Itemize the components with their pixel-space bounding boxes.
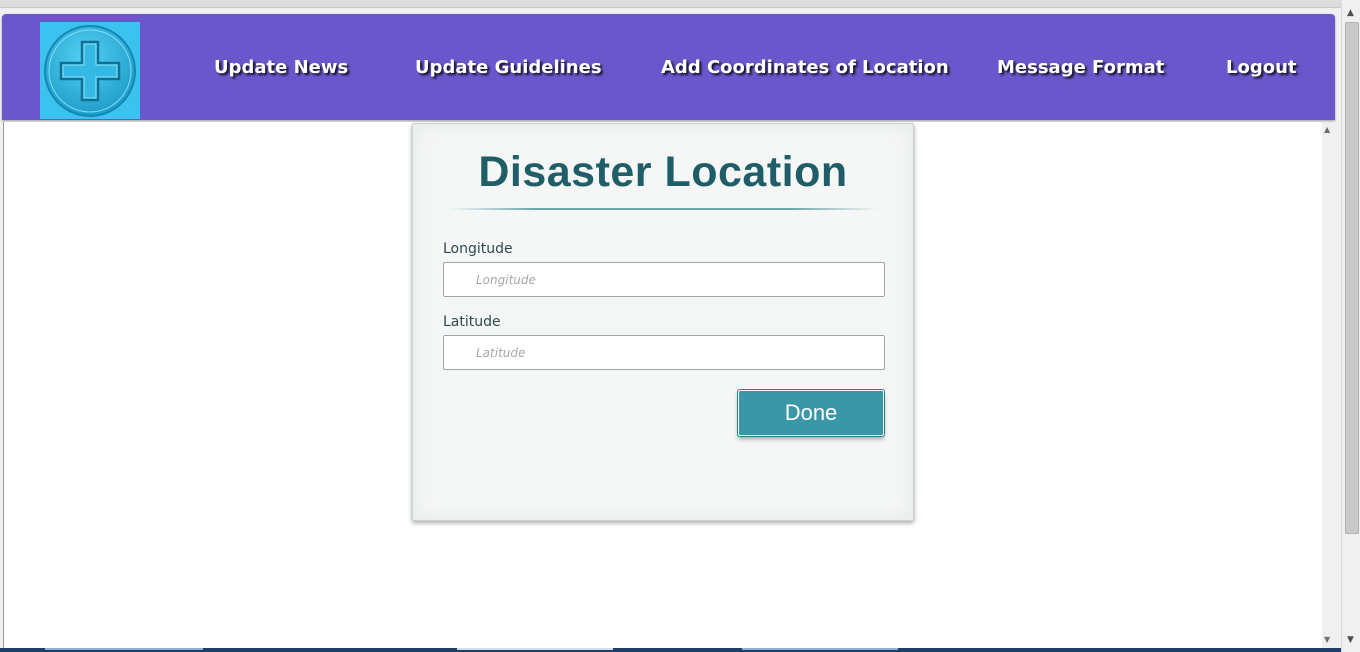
longitude-input[interactable] [443,262,885,297]
title-divider [448,208,878,210]
browser-top-strip [0,0,1360,8]
scroll-up-icon[interactable]: ▲ [1324,126,1330,134]
taskbar-item[interactable] [45,648,203,650]
page-scrollbar[interactable]: ▲ ▼ [1341,0,1360,652]
taskbar-item[interactable] [742,648,898,650]
frame-scrollbar[interactable]: ▲ ▼ [1320,122,1336,650]
nav-update-news[interactable]: Update News [214,57,348,79]
scroll-down-icon[interactable]: ▼ [1324,636,1330,644]
latitude-label: Latitude [443,314,501,330]
latitude-input[interactable] [443,335,885,370]
taskbar-item[interactable] [457,648,613,650]
browser-viewport: Update News Update Guidelines Add Coordi… [0,0,1360,652]
page-scroll-up-icon[interactable]: ▲ [1347,9,1354,18]
longitude-label: Longitude [443,241,513,257]
form-title: Disaster Location [478,148,848,196]
nav-message-format[interactable]: Message Format [997,57,1164,79]
page-scroll-down-icon[interactable]: ▼ [1347,636,1354,645]
disaster-location-form: Disaster Location Longitude Latitude Don… [412,123,914,521]
nav-logout[interactable]: Logout [1226,57,1297,79]
page-scroll-thumb[interactable] [1345,22,1359,534]
top-navbar: Update News Update Guidelines Add Coordi… [2,14,1335,120]
nav-update-guidelines[interactable]: Update Guidelines [415,57,602,79]
nav-add-coordinates[interactable]: Add Coordinates of Location [661,57,949,79]
site-logo[interactable] [40,22,140,119]
medical-cross-icon [44,25,136,117]
done-button[interactable]: Done [737,389,885,437]
